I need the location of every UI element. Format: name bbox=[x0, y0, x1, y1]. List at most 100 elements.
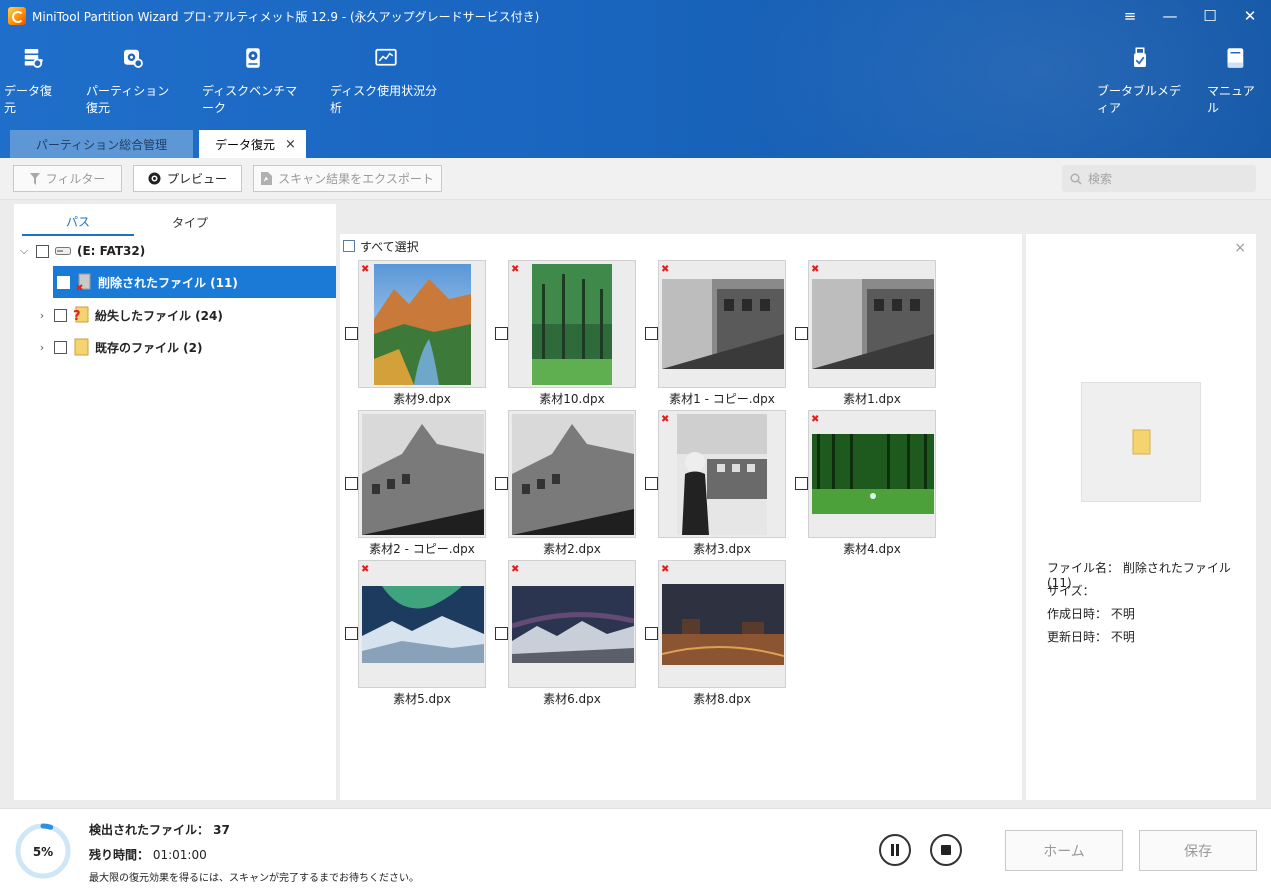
file-checkbox[interactable] bbox=[795, 327, 808, 340]
lost-checkbox[interactable] bbox=[54, 308, 67, 322]
scan-progress-ring: 5% bbox=[15, 823, 71, 879]
file-thumbnail[interactable]: ✖ bbox=[508, 410, 636, 538]
chevron-down-icon[interactable]: ⌵ bbox=[18, 244, 30, 258]
home-button[interactable]: ホーム bbox=[1005, 830, 1123, 871]
file-item[interactable]: ✖ 素材6.dpx bbox=[490, 560, 640, 708]
deleted-label: 削除されたファイル (11) bbox=[98, 275, 238, 290]
file-checkbox[interactable] bbox=[345, 627, 358, 640]
folder-icon bbox=[74, 338, 89, 356]
file-checkbox[interactable] bbox=[645, 327, 658, 340]
manual-button[interactable]: マニュアル bbox=[1203, 46, 1267, 116]
select-all-row[interactable]: すべて選択 bbox=[340, 234, 1022, 258]
file-thumbnail[interactable]: ✖ bbox=[508, 260, 636, 388]
deleted-checkbox[interactable] bbox=[57, 275, 70, 289]
file-checkbox[interactable] bbox=[345, 327, 358, 340]
file-item[interactable]: ✖ 素材1 - コピー.dpx bbox=[640, 260, 790, 408]
file-item[interactable]: ✖ 素材5.dpx bbox=[340, 560, 490, 708]
stop-button[interactable] bbox=[930, 834, 962, 866]
maximize-icon[interactable]: ☐ bbox=[1203, 6, 1217, 26]
space-analyzer-button[interactable]: ディスク使用状況分析 bbox=[326, 46, 446, 116]
file-checkbox[interactable] bbox=[495, 327, 508, 340]
tree-item-deleted[interactable]: 削除されたファイル (11) bbox=[53, 266, 336, 298]
tree-tabs: パス タイプ bbox=[22, 208, 332, 236]
file-thumbnail[interactable]: ✖ bbox=[508, 560, 636, 688]
tree-item-drive[interactable]: ⌵ (E: FAT32) bbox=[14, 235, 336, 267]
window-controls: ≡ — ☐ ✕ bbox=[1123, 6, 1257, 26]
file-item[interactable]: ✖ 素材2 - コピー.dpx bbox=[340, 410, 490, 558]
filter-button[interactable]: フィルター bbox=[13, 165, 122, 192]
preview-box bbox=[1081, 382, 1201, 502]
export-scan-result-button[interactable]: スキャン結果をエクスポート bbox=[253, 165, 442, 192]
file-item[interactable]: ✖ 素材1.dpx bbox=[790, 260, 940, 408]
file-thumbnail[interactable]: ✖ bbox=[358, 260, 486, 388]
file-checkbox[interactable] bbox=[795, 477, 808, 490]
tree-item-lost[interactable]: › ? 紛失したファイル (24) bbox=[14, 299, 336, 331]
deleted-mark-icon: ✖ bbox=[811, 414, 820, 425]
chevron-right-icon[interactable]: › bbox=[36, 341, 48, 354]
search-input[interactable]: 検索 bbox=[1062, 165, 1256, 192]
drive-label: (E: FAT32) bbox=[77, 244, 146, 258]
file-thumbnail[interactable]: ✖ bbox=[358, 410, 486, 538]
file-checkbox[interactable] bbox=[495, 627, 508, 640]
file-thumbnail[interactable]: ✖ bbox=[658, 410, 786, 538]
filter-icon bbox=[29, 172, 40, 185]
disk-benchmark-label: ディスクベンチマーク bbox=[202, 84, 298, 115]
close-icon[interactable]: ✕ bbox=[1243, 6, 1257, 26]
file-item[interactable]: ✖ 素材8.dpx bbox=[640, 560, 790, 708]
existing-checkbox[interactable] bbox=[54, 340, 67, 354]
file-thumbnail[interactable]: ✖ bbox=[808, 260, 936, 388]
manual-label: マニュアル bbox=[1207, 84, 1255, 115]
chevron-right-icon[interactable]: › bbox=[36, 309, 48, 322]
existing-label: 既存のファイル (2) bbox=[95, 340, 203, 355]
detail-size: サイズ： bbox=[1047, 584, 1095, 598]
pause-icon bbox=[891, 844, 899, 856]
file-thumbnail[interactable]: ✖ bbox=[358, 560, 486, 688]
pause-button[interactable] bbox=[879, 834, 911, 866]
tab-close-icon[interactable]: × bbox=[285, 137, 296, 152]
file-checkbox[interactable] bbox=[645, 477, 658, 490]
file-item[interactable]: ✖ 素材4.dpx bbox=[790, 410, 940, 558]
canyon-river-image bbox=[374, 264, 471, 385]
menu-icon[interactable]: ≡ bbox=[1123, 6, 1137, 26]
aurora-image bbox=[362, 586, 484, 663]
file-checkbox[interactable] bbox=[645, 627, 658, 640]
preview-label: プレビュー bbox=[166, 172, 227, 186]
file-item[interactable]: ✖ 素材2.dpx bbox=[490, 410, 640, 558]
file-name: 素材6.dpx bbox=[543, 692, 601, 706]
disk-benchmark-button[interactable]: ディスクベンチマーク bbox=[198, 46, 308, 116]
tab-partition-management[interactable]: パーティション総合管理 bbox=[10, 130, 193, 158]
tab-data-recovery[interactable]: データ復元 × bbox=[199, 130, 306, 158]
deleted-mark-icon: ✖ bbox=[661, 414, 670, 425]
close-icon[interactable]: × bbox=[1234, 240, 1246, 256]
file-thumbnail[interactable]: ✖ bbox=[658, 260, 786, 388]
file-item[interactable]: ✖ 素材10.dpx bbox=[490, 260, 640, 408]
ribbon-tools: データ復元 パーティション復元 ディスクベンチマーク ディスク使用状況分析 bbox=[0, 46, 446, 116]
file-checkbox[interactable] bbox=[345, 477, 358, 490]
action-bar: フィルター プレビュー スキャン結果をエクスポート 検索 bbox=[0, 158, 1271, 200]
bootable-media-button[interactable]: ブータブルメディア bbox=[1093, 46, 1187, 116]
data-recovery-label: データ復元 bbox=[4, 84, 53, 115]
tab-partition-label: パーティション総合管理 bbox=[35, 137, 168, 152]
file-name: 素材9.dpx bbox=[393, 392, 451, 406]
tree-item-existing[interactable]: › 既存のファイル (2) bbox=[14, 331, 336, 363]
export-label: スキャン結果をエクスポート bbox=[278, 172, 434, 186]
drive-checkbox[interactable] bbox=[36, 244, 49, 258]
select-all-checkbox[interactable] bbox=[343, 240, 355, 252]
partition-recovery-button[interactable]: パーティション復元 bbox=[82, 46, 184, 116]
file-thumbnail[interactable]: ✖ bbox=[658, 560, 786, 688]
file-item[interactable]: ✖ 素材3.dpx bbox=[640, 410, 790, 558]
tab-type[interactable]: タイプ bbox=[134, 208, 246, 236]
file-thumbnail[interactable]: ✖ bbox=[808, 410, 936, 538]
tab-path[interactable]: パス bbox=[22, 208, 134, 236]
file-item[interactable]: ✖ 素材9.dpx bbox=[340, 260, 490, 408]
remaining-value: 01:01:00 bbox=[152, 848, 207, 862]
file-checkbox[interactable] bbox=[495, 477, 508, 490]
minimize-icon[interactable]: — bbox=[1163, 6, 1178, 26]
preview-button[interactable]: プレビュー bbox=[133, 165, 242, 192]
export-icon bbox=[261, 172, 273, 185]
data-recovery-button[interactable]: データ復元 bbox=[0, 46, 66, 116]
save-button[interactable]: 保存 bbox=[1139, 830, 1257, 871]
remaining-time: 残り時間： 01:01:00 bbox=[89, 846, 207, 863]
file-name: 素材8.dpx bbox=[693, 692, 751, 706]
scan-hint: 最大限の復元効果を得るには、スキャンが完了するまでお待ちください。 bbox=[89, 873, 419, 884]
